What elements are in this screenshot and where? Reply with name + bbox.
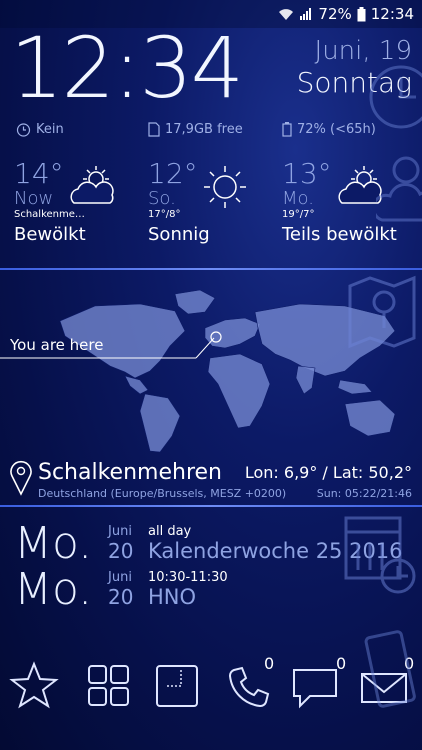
storage-info[interactable]: 17,9GB free [148,122,243,137]
calendar-deco-icon [342,512,418,598]
alarm-info[interactable]: Kein [16,122,64,137]
clock-time[interactable]: 12:34 [10,26,244,110]
calendar-weekday: Mo. [14,564,93,615]
calendar-month: Juni [108,524,132,539]
status-icons: 72% 12:34 [278,5,414,23]
calendar-app-button[interactable] [155,660,201,710]
signal-icon [299,7,313,21]
calendar-weekday: Mo. [14,518,93,569]
battery-percent: 72% [318,5,352,23]
location-pin-icon [10,460,32,496]
location-name[interactable]: Schalkenmehren [38,460,222,485]
battery-label: 72% (<65h) [297,122,376,137]
map-deco-icon [346,272,418,352]
location-timezone: Deutschland (Europe/Brussels, MESZ +0200… [38,487,287,500]
sd-card-icon [148,122,160,137]
messages-badge: 0 [336,654,347,673]
calendar-month: Juni [108,570,132,585]
favorites-star-button[interactable] [8,660,60,712]
phone-deco-icon [364,628,420,714]
calendar-date: Juni 20 [108,524,133,563]
separator [0,268,422,270]
app-drawer-button[interactable] [86,660,132,710]
battery-outline-icon [282,122,292,137]
weather-condition: Sonnig [148,224,210,245]
you-are-here-label: You are here [10,336,104,354]
wifi-icon [278,7,294,21]
sun-icon [200,162,250,212]
weather-deco-icon [376,150,422,230]
calendar-day-number: 20 [108,539,134,563]
storage-label: 17,9GB free [165,122,243,137]
weather-condition: Bewölkt [14,224,86,245]
battery-info[interactable]: 72% (<65h) [282,122,376,137]
calendar-date: Juni 20 [108,570,133,609]
partly-cloudy-icon [66,163,120,209]
alarm-clock-icon [16,122,31,137]
phone-badge: 0 [264,654,275,673]
calendar-event[interactable]: Mo. [14,522,92,566]
calendar-event[interactable]: Mo. [14,568,92,612]
weather-place: Schalkenme… [14,209,85,220]
calendar-event-time: 10:30-11:30 [148,570,228,585]
separator [0,505,422,507]
calendar-day-number: 20 [108,585,134,609]
messages-button[interactable] [290,660,340,710]
alarm-label: Kein [36,122,64,137]
battery-icon [357,6,366,22]
calendar-event-details[interactable]: 10:30-11:30 HNO [148,570,228,609]
status-time: 12:34 [370,5,414,23]
calendar-event-title: HNO [148,585,197,609]
location-coordinates: Lon: 6,9° / Lat: 50,2° [244,463,412,482]
sun-times: Sun: 05:22/21:46 [316,487,412,500]
